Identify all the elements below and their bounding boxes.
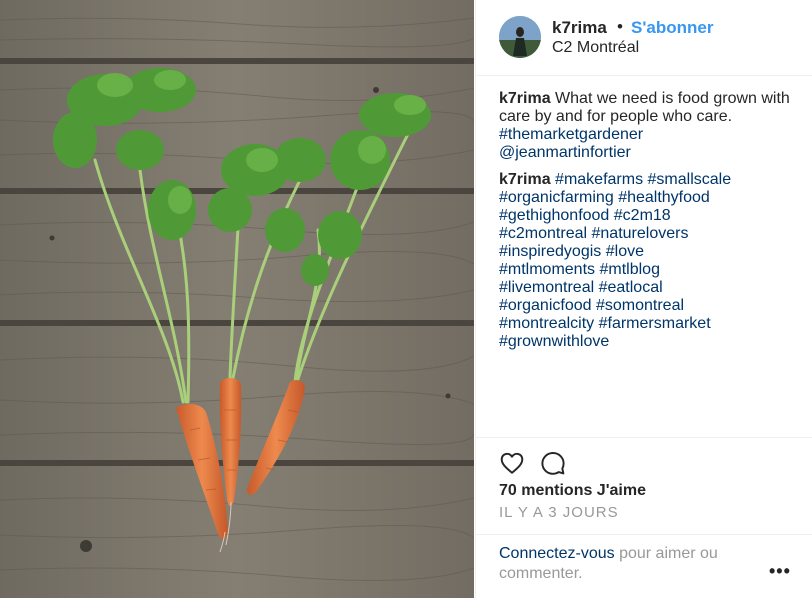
username-link[interactable]: k7rima bbox=[552, 18, 607, 38]
post-side-panel: k7rima • S'abonner C2 Montréal k7rima Wh… bbox=[475, 0, 812, 598]
caption-username[interactable]: k7rima bbox=[499, 90, 551, 107]
post-actions: 70 mentions J'aime IL Y A 3 JOURS Connec… bbox=[476, 437, 812, 598]
hashtag-link[interactable]: #c2m18 bbox=[614, 207, 671, 224]
hashtag-link[interactable]: #naturelovers bbox=[592, 225, 689, 242]
follow-button[interactable]: S'abonner bbox=[631, 18, 713, 38]
hashtag-link[interactable]: #eatlocal bbox=[599, 279, 663, 296]
caption: k7rima What we need is food grown with c… bbox=[499, 90, 799, 360]
hashtag-link[interactable]: #organicfarming bbox=[499, 189, 614, 206]
location-link[interactable]: C2 Montréal bbox=[552, 39, 639, 57]
login-text: Connectez-vous pour aimer ou commenter. bbox=[499, 544, 759, 584]
avatar-image bbox=[499, 16, 541, 58]
hashtag-link[interactable]: #c2montreal bbox=[499, 225, 587, 242]
login-prompt: Connectez-vous pour aimer ou commenter. … bbox=[476, 534, 812, 599]
comment-icon[interactable] bbox=[540, 450, 566, 476]
post-timestamp[interactable]: IL Y A 3 JOURS bbox=[499, 504, 619, 521]
heart-icon[interactable] bbox=[499, 450, 525, 476]
hashtag-link[interactable]: #organicfood bbox=[499, 297, 592, 314]
login-link[interactable]: Connectez-vous bbox=[499, 545, 615, 562]
post-header: k7rima • S'abonner C2 Montréal bbox=[476, 0, 812, 76]
hashtag-link[interactable]: #grownwithlove bbox=[499, 333, 609, 350]
instagram-post: k7rima • S'abonner C2 Montréal k7rima Wh… bbox=[0, 0, 812, 598]
mention-link[interactable]: @jeanmartinfortier bbox=[499, 144, 631, 161]
likes-count[interactable]: 70 mentions J'aime bbox=[499, 482, 646, 500]
hashtag-link[interactable]: #love bbox=[606, 243, 644, 260]
hashtag-link[interactable]: #montrealcity bbox=[499, 315, 594, 332]
comment-block: k7rima #makefarms #smallscale #organicfa… bbox=[499, 171, 799, 351]
heart-outline-icon bbox=[500, 452, 524, 474]
hashtag-link[interactable]: #smallscale bbox=[648, 171, 732, 188]
hashtag-link[interactable]: #makefarms bbox=[555, 171, 643, 188]
comment-bubble-icon bbox=[541, 452, 565, 475]
hashtag-link[interactable]: #themarketgardener bbox=[499, 126, 643, 143]
comment-username[interactable]: k7rima bbox=[499, 171, 551, 188]
hashtag-link[interactable]: #somontreal bbox=[596, 297, 684, 314]
hashtag-link[interactable]: #gethighonfood bbox=[499, 207, 609, 224]
more-options-button[interactable]: ••• bbox=[769, 561, 791, 582]
post-photo[interactable] bbox=[0, 0, 474, 598]
hashtag-link[interactable]: #farmersmarket bbox=[599, 315, 711, 332]
hashtag-link[interactable]: #mtlmoments bbox=[499, 261, 595, 278]
hashtag-link[interactable]: #mtlblog bbox=[599, 261, 659, 278]
hashtag-link[interactable]: #healthyfood bbox=[618, 189, 710, 206]
hashtag-link[interactable]: #inspiredyogis bbox=[499, 243, 601, 260]
carrots-on-wood-image bbox=[0, 0, 474, 598]
hashtag-link[interactable]: #livemontreal bbox=[499, 279, 594, 296]
avatar[interactable] bbox=[499, 16, 541, 58]
separator-dot: • bbox=[617, 17, 623, 36]
caption-block: k7rima What we need is food grown with c… bbox=[499, 90, 799, 162]
